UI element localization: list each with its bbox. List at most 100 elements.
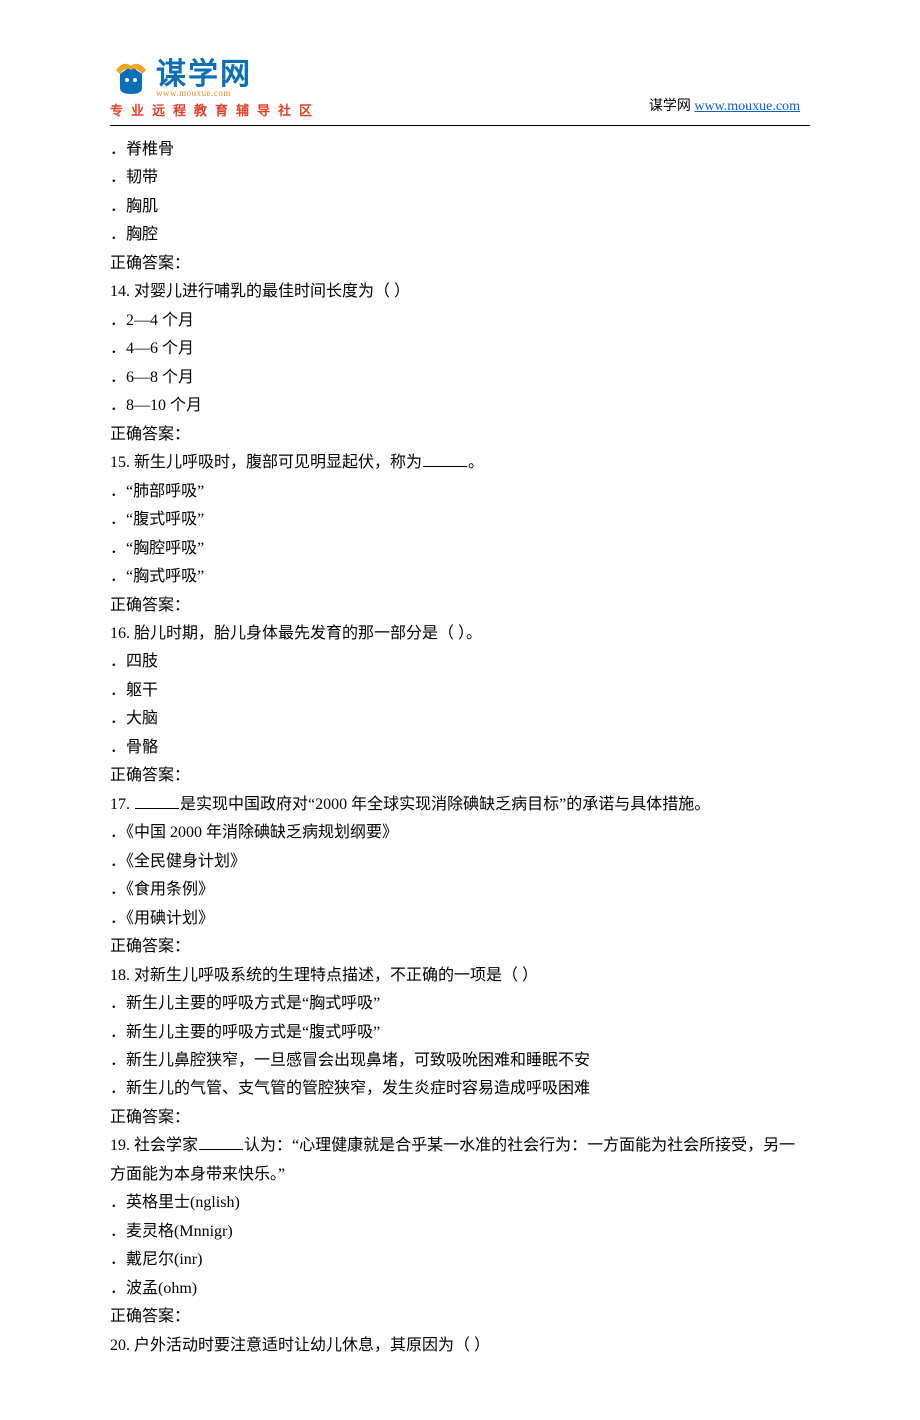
option-bullet: ．: [110, 226, 126, 243]
logo-block: 谋学网 www.mouxue.com 专业远程教育辅导社区: [110, 60, 320, 119]
option-text: 波孟(ohm): [126, 1280, 197, 1297]
option-text: 麦灵格(Mnnigr): [126, 1223, 233, 1240]
option-text: 韧带: [126, 169, 158, 186]
option-text: “胸式呼吸”: [126, 568, 204, 585]
logo-subtitle: 专业远程教育辅导社区: [110, 100, 320, 119]
option-line: ．胸肌: [110, 193, 810, 221]
option-line: ．8—10 个月: [110, 392, 810, 420]
option-bullet: ．: [110, 511, 126, 528]
stem-text: 胎儿时期，胎儿身体最先发育的那一部分是（ ）。: [134, 625, 482, 642]
option-text: 《全民健身计划》: [126, 853, 246, 870]
question-number: 18.: [110, 967, 134, 984]
fill-blank: [423, 452, 467, 467]
option-text: 骨骼: [126, 739, 158, 756]
option-line: ．2—4 个月: [110, 307, 810, 335]
option-line: ．新生儿鼻腔狭窄，一旦感冒会出现鼻堵，可致吸吮困难和睡眠不安: [110, 1047, 810, 1075]
option-line: ．《食用条例》: [110, 876, 810, 904]
stem-text: 社会学家: [134, 1137, 198, 1154]
logo-title: 谋学网: [156, 60, 252, 90]
option-line: ．“胸式呼吸”: [110, 563, 810, 591]
option-text: 6—8 个月: [126, 369, 194, 386]
option-line: ．4—6 个月: [110, 335, 810, 363]
question-stem: 17. 是实现中国政府对“2000 年全球实现消除碘缺乏病目标”的承诺与具体措施…: [110, 791, 810, 819]
option-bullet: ．: [110, 710, 126, 727]
question-number: 19.: [110, 1137, 134, 1154]
question-stem: 16. 胎儿时期，胎儿身体最先发育的那一部分是（ ）。: [110, 620, 810, 648]
option-line: ．“胸腔呼吸”: [110, 535, 810, 563]
option-bullet: ．: [110, 198, 126, 215]
option-text: 新生儿主要的呼吸方式是“胸式呼吸”: [126, 995, 380, 1012]
answer-label: 正确答案：: [110, 592, 810, 620]
option-line: ．《全民健身计划》: [110, 848, 810, 876]
option-text: 新生儿鼻腔狭窄，一旦感冒会出现鼻堵，可致吸吮困难和睡眠不安: [126, 1052, 590, 1069]
header-right: 谋学网 www.mouxue.com: [649, 95, 810, 119]
option-bullet: ．: [110, 881, 126, 898]
option-line: ．英格里士(nglish): [110, 1189, 810, 1217]
header-link[interactable]: www.mouxue.com: [694, 99, 800, 114]
option-text: “腹式呼吸”: [126, 511, 204, 528]
option-bullet: ．: [110, 141, 126, 158]
question-stem: 15. 新生儿呼吸时，腹部可见明显起伏，称为。: [110, 449, 810, 477]
question-stem: 14. 对婴儿进行哺乳的最佳时间长度为（ ）: [110, 278, 810, 306]
option-line: ．四肢: [110, 648, 810, 676]
option-text: “肺部呼吸”: [126, 483, 204, 500]
option-bullet: ．: [110, 169, 126, 186]
option-bullet: ．: [110, 853, 126, 870]
answer-label: 正确答案：: [110, 1104, 810, 1132]
stem-text: 。: [468, 454, 484, 471]
option-bullet: ．: [110, 483, 126, 500]
option-text: 胸腔: [126, 226, 158, 243]
option-text: “胸腔呼吸”: [126, 540, 204, 557]
stem-text: 对新生儿呼吸系统的生理特点描述，不正确的一项是（ ）: [134, 967, 538, 984]
page-header: 谋学网 www.mouxue.com 专业远程教育辅导社区 谋学网 www.mo…: [110, 60, 810, 119]
option-bullet: ．: [110, 340, 126, 357]
option-line: ．麦灵格(Mnnigr): [110, 1218, 810, 1246]
option-text: 《食用条例》: [126, 881, 214, 898]
option-bullet: ．: [110, 1080, 126, 1097]
option-line: ．“腹式呼吸”: [110, 506, 810, 534]
question-stem: 18. 对新生儿呼吸系统的生理特点描述，不正确的一项是（ ）: [110, 962, 810, 990]
option-bullet: ．: [110, 1194, 126, 1211]
option-bullet: ．: [110, 1251, 126, 1268]
option-bullet: ．: [110, 682, 126, 699]
question-number: 15.: [110, 454, 134, 471]
option-text: 胸肌: [126, 198, 158, 215]
option-text: 《中国 2000 年消除碘缺乏病规划纲要》: [126, 824, 398, 841]
question-number: 20.: [110, 1337, 134, 1354]
logo-small-url: www.mouxue.com: [156, 88, 252, 98]
question-number: 16.: [110, 625, 134, 642]
question-stem: 20. 户外活动时要注意适时让幼儿休息，其原因为（ ）: [110, 1332, 810, 1360]
answer-label: 正确答案：: [110, 421, 810, 449]
option-bullet: ．: [110, 653, 126, 670]
question-stem: 19. 社会学家认为：“心理健康就是合乎某一水准的社会行为：一方面能为社会所接受…: [110, 1132, 810, 1189]
answer-label: 正确答案：: [110, 1303, 810, 1331]
option-line: ．戴尼尔(inr): [110, 1246, 810, 1274]
option-bullet: ．: [110, 1024, 126, 1041]
option-line: ．新生儿的气管、支气管的管腔狭窄，发生炎症时容易造成呼吸困难: [110, 1075, 810, 1103]
document-content: ．脊椎骨．韧带．胸肌．胸腔正确答案：14. 对婴儿进行哺乳的最佳时间长度为（ ）…: [110, 136, 810, 1360]
option-line: ．《中国 2000 年消除碘缺乏病规划纲要》: [110, 819, 810, 847]
option-text: 大脑: [126, 710, 158, 727]
option-line: ．大脑: [110, 705, 810, 733]
option-text: 4—6 个月: [126, 340, 194, 357]
option-bullet: ．: [110, 1223, 126, 1240]
option-bullet: ．: [110, 397, 126, 414]
option-bullet: ．: [110, 739, 126, 756]
option-text: 新生儿主要的呼吸方式是“腹式呼吸”: [126, 1024, 380, 1041]
option-bullet: ．: [110, 910, 126, 927]
option-line: ．6—8 个月: [110, 364, 810, 392]
option-text: 8—10 个月: [126, 397, 202, 414]
option-line: ．波孟(ohm): [110, 1275, 810, 1303]
logo-icon: [110, 60, 152, 98]
stem-text: 对婴儿进行哺乳的最佳时间长度为（ ）: [134, 283, 410, 300]
option-text: 2—4 个月: [126, 312, 194, 329]
answer-label: 正确答案：: [110, 762, 810, 790]
header-right-prefix: 谋学网: [649, 99, 695, 114]
option-text: 英格里士(nglish): [126, 1194, 240, 1211]
option-bullet: ．: [110, 568, 126, 585]
fill-blank: [199, 1135, 243, 1150]
question-number: 14.: [110, 283, 134, 300]
option-bullet: ．: [110, 369, 126, 386]
option-text: 躯干: [126, 682, 158, 699]
option-bullet: ．: [110, 1052, 126, 1069]
